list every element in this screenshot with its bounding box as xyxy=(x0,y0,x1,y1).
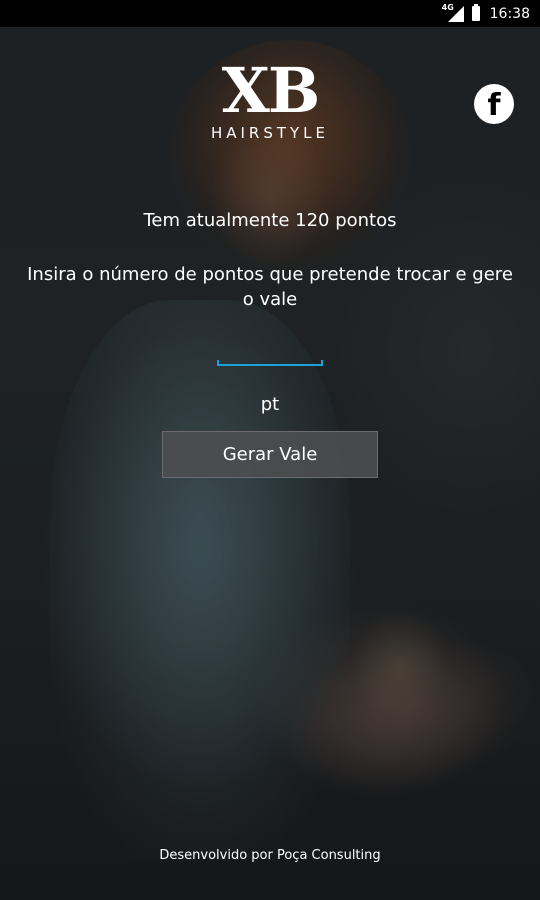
points-input[interactable] xyxy=(217,334,323,366)
signal-icon: 4G xyxy=(442,3,464,22)
developer-credit: Desenvolvido por Poça Consulting xyxy=(159,848,381,863)
background-photo-leg xyxy=(267,614,540,816)
points-summary: Tem atualmente 120 pontos xyxy=(143,210,397,231)
facebook-button[interactable]: f xyxy=(474,84,514,124)
app-screen: 4G 16:38 XB HAIRSTYLE f Tem atualmente 1… xyxy=(0,0,540,900)
logo-subtitle: HAIRSTYLE xyxy=(210,124,330,142)
network-type: 4G xyxy=(441,2,454,12)
battery-icon xyxy=(471,4,480,21)
background-photo-dress xyxy=(50,300,350,860)
input-underline-tick-right xyxy=(321,360,323,366)
status-bar: 4G 16:38 xyxy=(0,0,540,27)
brand-logo: XB HAIRSTYLE xyxy=(190,54,350,143)
battery-level-fill xyxy=(472,7,479,20)
points-instruction: Insira o número de pontos que pretende t… xyxy=(27,264,513,310)
points-unit-label: pt xyxy=(260,394,280,415)
background-photo-face xyxy=(210,120,330,270)
status-time: 16:38 xyxy=(489,5,530,22)
facebook-icon: f xyxy=(487,87,501,123)
background-photo-bracelets xyxy=(350,610,450,720)
generate-voucher-button[interactable]: Gerar Vale xyxy=(162,431,378,478)
logo-mark: XB xyxy=(221,54,321,127)
input-underline-tick-left xyxy=(217,360,219,366)
